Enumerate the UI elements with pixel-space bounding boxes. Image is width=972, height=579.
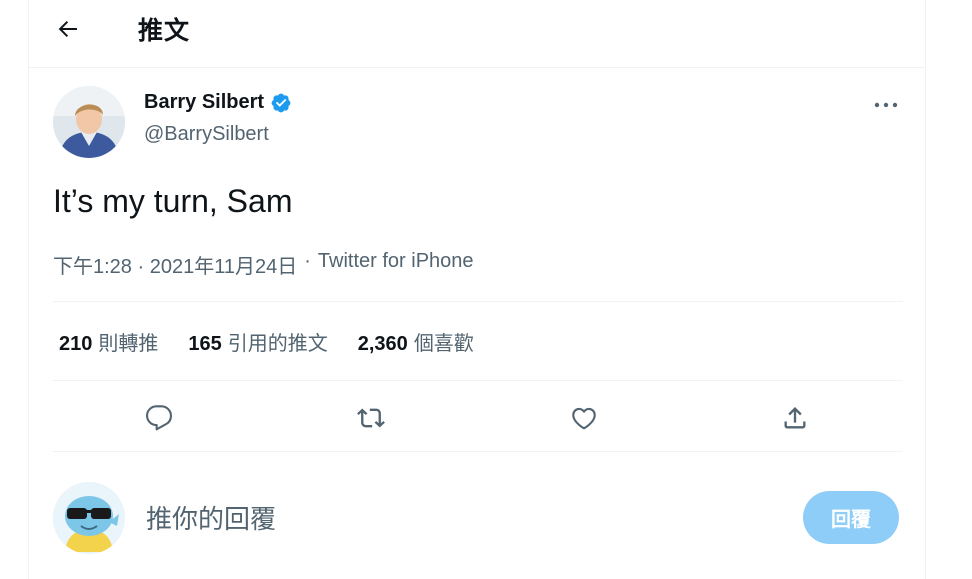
retweet-icon xyxy=(357,408,385,428)
verified-badge-icon xyxy=(271,93,291,112)
reply-button[interactable] xyxy=(139,398,179,438)
retweets-stat[interactable]: 210 則轉推 xyxy=(59,327,158,356)
author-avatar[interactable] xyxy=(53,86,125,158)
tweet-timestamp[interactable]: 下午1:28 · 2021年11月24日 xyxy=(53,250,297,279)
author-name[interactable]: Barry Silbert xyxy=(144,91,264,114)
arrow-left-icon xyxy=(58,21,77,37)
share-icon xyxy=(784,407,806,429)
tweet-stats: 210 則轉推 165 引用的推文 2,360 個喜歡 xyxy=(59,327,504,356)
author-handle[interactable]: @BarrySilbert xyxy=(144,123,269,146)
back-button[interactable] xyxy=(53,14,83,44)
divider xyxy=(53,451,903,452)
retweet-button[interactable] xyxy=(351,398,391,438)
share-button[interactable] xyxy=(775,398,815,438)
tweet-detail-column: 推文 Barry Silbert @BarrySilbert It’s my t… xyxy=(28,0,926,579)
page-header: 推文 xyxy=(29,0,925,68)
divider xyxy=(53,380,903,381)
like-button[interactable] xyxy=(564,398,604,438)
reply-icon xyxy=(145,405,173,431)
tweet-source[interactable]: Twitter for iPhone xyxy=(318,250,474,279)
reply-submit-button[interactable]: 回覆 xyxy=(803,491,899,544)
more-options-button[interactable] xyxy=(871,92,901,118)
tweet-metadata: 下午1:28 · 2021年11月24日 · Twitter for iPhon… xyxy=(53,250,474,279)
like-icon xyxy=(572,407,596,430)
author-name-row: Barry Silbert xyxy=(144,91,292,114)
meta-separator: · xyxy=(304,250,311,272)
tweet-text: It’s my turn, Sam xyxy=(53,183,293,219)
quote-tweets-stat[interactable]: 165 引用的推文 xyxy=(188,327,327,356)
more-horizontal-icon xyxy=(874,102,898,108)
page-title: 推文 xyxy=(138,17,191,45)
likes-stat[interactable]: 2,360 個喜歡 xyxy=(358,327,474,356)
current-user-avatar[interactable] xyxy=(53,482,125,554)
reply-input[interactable] xyxy=(144,497,748,541)
divider xyxy=(53,301,903,302)
